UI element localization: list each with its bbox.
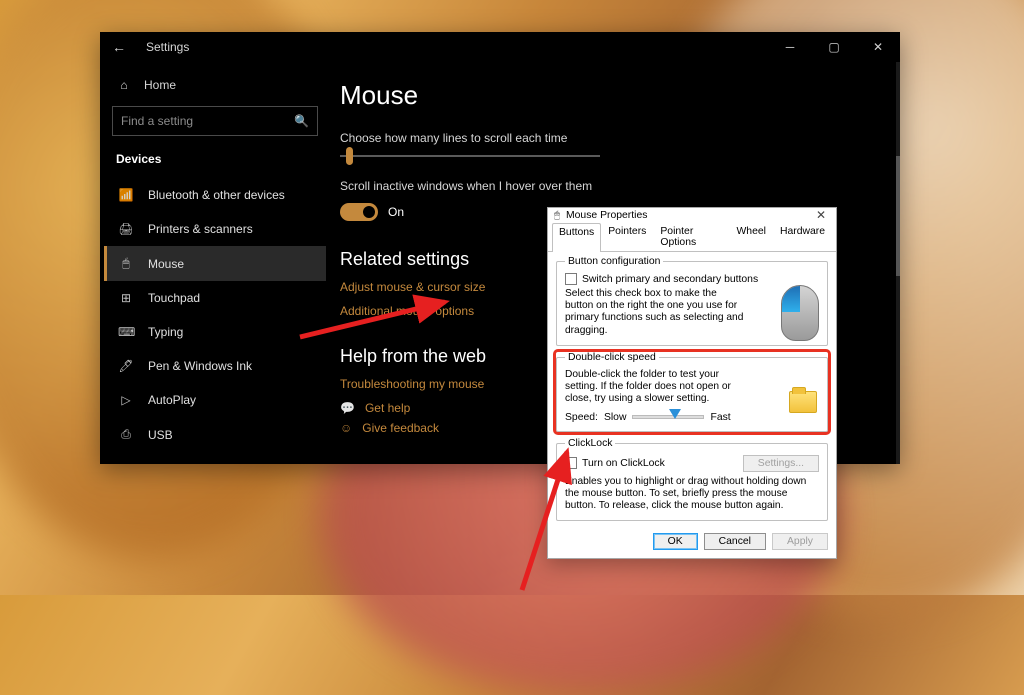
- speed-slow-label: Slow: [604, 412, 627, 423]
- keyboard-icon: ⌨: [118, 325, 134, 339]
- printer-icon: 🖨: [118, 222, 134, 236]
- mouse-dialog-icon: 🖱: [554, 210, 560, 221]
- apply-button: Apply: [772, 533, 828, 550]
- cancel-button[interactable]: Cancel: [704, 533, 766, 550]
- group-legend: Button configuration: [565, 256, 663, 267]
- speed-fast-label: Fast: [710, 412, 730, 423]
- dialog-title: Mouse Properties: [566, 210, 647, 221]
- clicklock-settings-button: Settings...: [743, 455, 819, 472]
- sidebar-item-typing[interactable]: ⌨ Typing: [104, 315, 326, 349]
- pen-icon: 🖊: [118, 359, 134, 373]
- home-icon: ⌂: [116, 78, 132, 92]
- search-icon: 🔍: [294, 114, 309, 128]
- home-label: Home: [144, 78, 176, 92]
- link-get-help[interactable]: Get help: [365, 401, 410, 415]
- tab-hardware[interactable]: Hardware: [773, 222, 832, 251]
- button-config-description: Select this check box to make the button…: [565, 288, 745, 337]
- sidebar-item-touchpad[interactable]: ⊞ Touchpad: [104, 281, 326, 315]
- dialog-titlebar: 🖱 Mouse Properties ✕: [548, 208, 836, 222]
- sidebar-item-label: Mouse: [148, 257, 184, 271]
- sidebar-item-pen[interactable]: 🖊 Pen & Windows Ink: [104, 349, 326, 383]
- tab-pointers[interactable]: Pointers: [601, 222, 653, 251]
- clicklock-description: Enables you to highlight or drag without…: [565, 476, 819, 513]
- sidebar-item-autoplay[interactable]: ▷ AutoPlay: [104, 383, 326, 417]
- titlebar: ← Settings ─ ▢ ✕: [100, 32, 900, 62]
- content-scrollbar[interactable]: [896, 62, 900, 464]
- sidebar-item-printers[interactable]: 🖨 Printers & scanners: [104, 212, 326, 246]
- double-click-description: Double-click the folder to test your set…: [565, 369, 745, 406]
- sidebar-item-label: Printers & scanners: [148, 222, 253, 236]
- sidebar-item-bluetooth[interactable]: 📶 Bluetooth & other devices: [104, 178, 326, 212]
- annotation-arrow-icon: [512, 440, 592, 605]
- toggle-state: On: [388, 205, 404, 219]
- folder-test-icon[interactable]: [789, 391, 817, 413]
- search-input[interactable]: Find a setting 🔍: [112, 106, 318, 136]
- tab-strip: Buttons Pointers Pointer Options Wheel H…: [548, 222, 836, 252]
- page-title: Mouse: [340, 80, 890, 111]
- sidebar-item-usb[interactable]: ⎙ USB: [104, 417, 326, 452]
- mouse-illustration-icon: [781, 285, 819, 341]
- sidebar-item-label: Pen & Windows Ink: [148, 359, 252, 373]
- ok-button[interactable]: OK: [653, 533, 698, 550]
- sidebar-home[interactable]: ⌂ Home: [104, 68, 326, 102]
- autoplay-icon: ▷: [118, 393, 134, 407]
- double-click-speed-slider[interactable]: [632, 415, 704, 419]
- sidebar-item-mouse[interactable]: 🖱 Mouse: [104, 246, 326, 281]
- scroll-lines-label: Choose how many lines to scroll each tim…: [340, 131, 890, 145]
- sidebar-item-label: USB: [148, 428, 173, 442]
- back-arrow-icon[interactable]: ←: [112, 39, 126, 55]
- dialog-close-button[interactable]: ✕: [812, 208, 830, 222]
- bluetooth-icon: 📶: [118, 188, 134, 202]
- group-button-configuration: Button configuration Switch primary and …: [556, 256, 828, 346]
- chat-icon: 💬: [340, 401, 355, 415]
- usb-icon: ⎙: [118, 427, 134, 442]
- group-clicklock: ClickLock Turn on ClickLock Settings... …: [556, 438, 828, 522]
- sidebar-category-header: Devices: [104, 148, 326, 178]
- sidebar-item-label: Touchpad: [148, 291, 200, 305]
- slider-thumb[interactable]: [346, 147, 353, 165]
- touchpad-icon: ⊞: [118, 291, 134, 305]
- tab-buttons[interactable]: Buttons: [552, 223, 601, 252]
- tab-pointer-options[interactable]: Pointer Options: [653, 222, 729, 251]
- sidebar-item-label: AutoPlay: [148, 393, 196, 407]
- window-title: Settings: [146, 40, 189, 54]
- speed-label: Speed:: [565, 412, 598, 423]
- maximize-button[interactable]: ▢: [812, 32, 856, 62]
- feedback-icon: ☺: [340, 421, 352, 435]
- inactive-scroll-toggle[interactable]: [340, 203, 378, 221]
- inactive-scroll-label: Scroll inactive windows when I hover ove…: [340, 179, 890, 193]
- close-button[interactable]: ✕: [856, 32, 900, 62]
- sidebar: ⌂ Home Find a setting 🔍 Devices 📶 Blueto…: [100, 62, 330, 464]
- checkbox-label: Turn on ClickLock: [582, 458, 665, 469]
- scroll-lines-slider[interactable]: [340, 155, 600, 157]
- group-double-click-speed: Double-click speed Double-click the fold…: [556, 352, 828, 432]
- annotation-arrow-icon: [300, 282, 460, 347]
- link-give-feedback[interactable]: Give feedback: [362, 421, 439, 435]
- search-placeholder: Find a setting: [121, 114, 193, 128]
- checkbox-label: Switch primary and secondary buttons: [582, 274, 758, 285]
- group-legend: Double-click speed: [565, 352, 659, 363]
- minimize-button[interactable]: ─: [768, 32, 812, 62]
- sidebar-item-label: Typing: [148, 325, 183, 339]
- tab-wheel[interactable]: Wheel: [730, 222, 773, 251]
- sidebar-item-label: Bluetooth & other devices: [148, 188, 285, 202]
- mouse-icon: 🖱: [118, 256, 134, 271]
- checkbox-switch-buttons[interactable]: [565, 273, 577, 285]
